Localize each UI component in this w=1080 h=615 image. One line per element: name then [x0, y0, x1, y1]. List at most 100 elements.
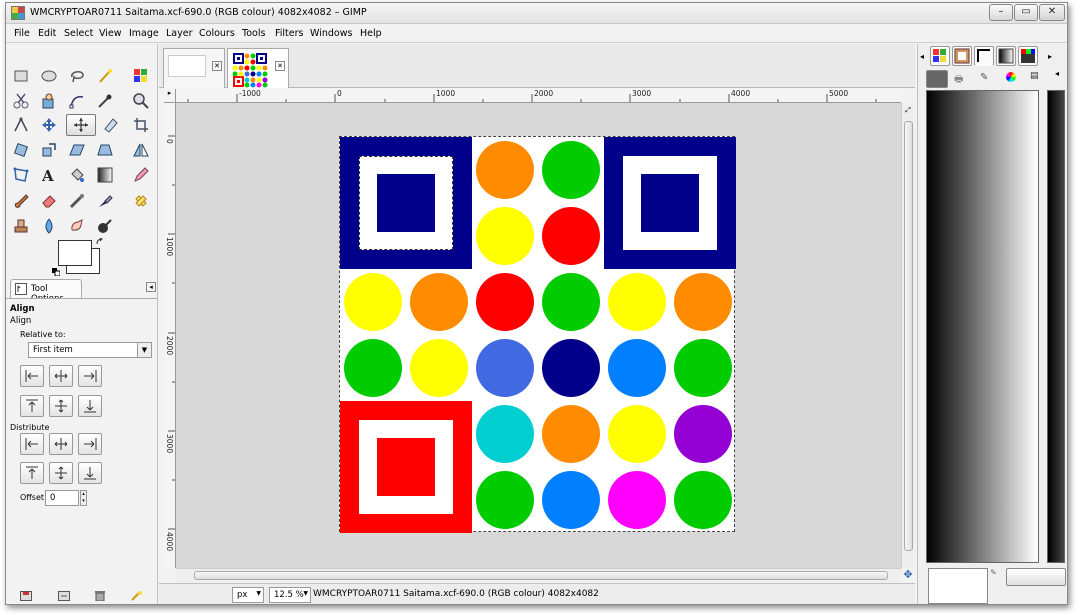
menu-tools[interactable]: Tools	[242, 28, 265, 39]
red-circle[interactable]	[476, 273, 534, 331]
lasso-icon[interactable]	[66, 65, 88, 87]
close-icon[interactable]: ✕	[275, 61, 285, 71]
gradient-editor-icon[interactable]: ▤	[1030, 71, 1039, 81]
distribute-top-button[interactable]	[20, 462, 44, 484]
dock-left-arrow-icon[interactable]: ◂	[920, 52, 924, 61]
align-right-edge-button[interactable]	[78, 365, 102, 387]
align-top-edge-button[interactable]	[20, 395, 44, 417]
menu-filters[interactable]: Filters	[275, 28, 303, 39]
restore-tool-options-icon[interactable]	[58, 591, 70, 601]
tab-palettes[interactable]	[930, 46, 950, 66]
menu-windows[interactable]: Windows	[310, 28, 352, 39]
fuzzy-select-icon[interactable]	[94, 65, 116, 87]
align-left-edge-button[interactable]	[20, 365, 44, 387]
text-icon[interactable]: A	[38, 164, 60, 186]
shear-icon[interactable]	[66, 139, 88, 161]
minimize-button[interactable]: –	[989, 4, 1013, 21]
align-center-horizontal-button[interactable]	[49, 365, 73, 387]
horizontal-scroll-thumb[interactable]	[194, 571, 888, 580]
tab-tool-options[interactable]: Tool Options	[10, 279, 82, 304]
unit-select[interactable]: px ▼	[232, 587, 264, 603]
pencil-icon[interactable]	[130, 164, 152, 186]
navigate-icon[interactable]: ✥	[901, 568, 915, 582]
select-by-color-icon[interactable]	[130, 65, 152, 87]
magenta-circle[interactable]	[608, 471, 666, 529]
distribute-left-button[interactable]	[20, 433, 44, 455]
gradient-preview[interactable]	[926, 90, 1039, 563]
zoom-select[interactable]: 12.5 % ▼	[269, 587, 311, 603]
foreground-select-icon[interactable]	[38, 90, 60, 112]
navy-circle[interactable]	[542, 339, 600, 397]
perspective-icon[interactable]	[94, 139, 116, 161]
yellow-circle[interactable]	[608, 273, 666, 331]
menu-image[interactable]: Image	[129, 28, 159, 39]
heal-icon[interactable]	[130, 190, 152, 212]
rect-select-icon[interactable]	[10, 65, 32, 87]
menu-edit[interactable]: Edit	[38, 28, 56, 39]
dock-menu-arrow-icon[interactable]: ◂	[1055, 69, 1059, 78]
tab-gradients[interactable]	[996, 46, 1016, 66]
align-middle-vertical-button[interactable]	[49, 395, 73, 417]
scale-icon[interactable]	[38, 139, 60, 161]
ink-icon[interactable]	[94, 190, 116, 212]
gradient-list-strip[interactable]	[1047, 90, 1065, 563]
save-tool-options-icon[interactable]	[20, 591, 32, 601]
chevron-down-icon[interactable]: ▼	[137, 343, 151, 357]
transform-icon[interactable]	[100, 114, 122, 136]
edit-icon[interactable]: ✎	[990, 568, 997, 577]
swap-colors-icon[interactable]	[96, 238, 104, 246]
green-circle[interactable]	[542, 141, 600, 199]
orange-circle[interactable]	[674, 273, 732, 331]
smudge-icon[interactable]	[66, 215, 88, 237]
dock-menu-button[interactable]: ◂	[146, 282, 156, 292]
bucket-fill-icon[interactable]	[66, 164, 88, 186]
cyan-circle[interactable]	[476, 405, 534, 463]
tab-brushes[interactable]	[974, 46, 994, 66]
move-icon[interactable]	[38, 114, 60, 136]
image-canvas[interactable]	[339, 136, 736, 533]
fg-bg-color-selector[interactable]	[52, 238, 104, 276]
green-circle[interactable]	[476, 471, 534, 529]
distribute-right-button[interactable]	[78, 433, 102, 455]
orange-circle[interactable]	[410, 273, 468, 331]
dock-right-arrow-icon[interactable]: ▸	[1048, 52, 1052, 61]
tab-fonts[interactable]	[1018, 46, 1038, 66]
default-colors-icon[interactable]	[52, 268, 60, 276]
flip-icon[interactable]	[130, 139, 152, 161]
menu-layer[interactable]: Layer	[166, 28, 193, 39]
image-tab-1[interactable]: ✕	[163, 48, 225, 88]
horizontal-scrollbar[interactable]	[176, 568, 901, 582]
scissors-icon[interactable]	[10, 90, 32, 112]
ellipse-select-icon[interactable]	[38, 65, 60, 87]
clone-icon[interactable]	[10, 215, 32, 237]
align-tool-icon[interactable]	[66, 114, 96, 136]
image-tab-2[interactable]: ✕	[227, 48, 289, 88]
relative-to-select[interactable]: First item ▼	[28, 342, 152, 358]
foreground-color-swatch[interactable]	[58, 240, 92, 266]
offset-spin-button[interactable]: ▴ ▾	[80, 490, 87, 506]
new-item-button[interactable]	[1006, 568, 1066, 586]
blend-icon[interactable]	[94, 164, 116, 186]
color-picker-icon[interactable]	[94, 90, 116, 112]
menu-colours[interactable]: Colours	[199, 28, 235, 39]
quick-mask-corner[interactable]: ▸	[164, 89, 176, 103]
green-circle[interactable]	[542, 273, 600, 331]
menu-view[interactable]: View	[99, 28, 122, 39]
printer-icon[interactable]: 🖶	[954, 72, 963, 89]
tool-presets-icon[interactable]	[926, 70, 948, 88]
align-bottom-edge-button[interactable]	[78, 395, 102, 417]
canvas-area[interactable]	[176, 103, 901, 568]
menu-help[interactable]: Help	[360, 28, 382, 39]
offset-input[interactable]: 0	[45, 490, 79, 506]
paths-icon[interactable]	[66, 90, 88, 112]
distribute-center-button[interactable]	[49, 433, 73, 455]
green-circle[interactable]	[674, 339, 732, 397]
distribute-bottom-button[interactable]	[78, 462, 102, 484]
azure-circle[interactable]	[542, 471, 600, 529]
delete-tool-options-icon[interactable]	[94, 591, 106, 601]
orange-circle[interactable]	[542, 405, 600, 463]
measure-icon[interactable]	[10, 114, 32, 136]
close-icon[interactable]: ✕	[212, 61, 222, 71]
yellow-circle[interactable]	[608, 405, 666, 463]
purple-circle[interactable]	[674, 405, 732, 463]
